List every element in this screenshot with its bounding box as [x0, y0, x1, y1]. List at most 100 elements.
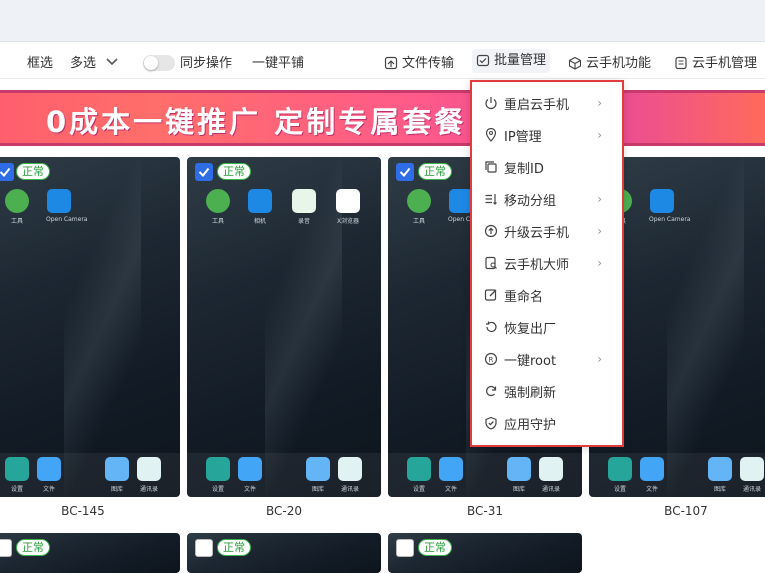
app-recorder[interactable]: 录音 — [291, 189, 317, 225]
recorder-icon — [292, 189, 316, 213]
app-gallery[interactable]: 图库 — [506, 457, 532, 493]
batch-manage-button[interactable]: 批量管理 — [472, 49, 551, 73]
app-tools[interactable]: 工具 — [406, 189, 432, 225]
cloud-phone-func-label: 云手机功能 — [586, 56, 652, 71]
sync-toggle[interactable] — [143, 55, 175, 71]
folder-icon — [238, 457, 262, 481]
camera-icon — [47, 189, 71, 213]
status-badge: 正常 — [16, 163, 50, 180]
device-name: BC-145 — [61, 504, 105, 518]
device-card[interactable]: 正常 — [0, 533, 180, 573]
tile-button[interactable]: 一键平铺 — [252, 52, 304, 71]
chevron-right-icon: › — [597, 256, 602, 270]
card-checkbox[interactable] — [396, 539, 414, 557]
select-frame-button[interactable]: 框选 — [27, 52, 53, 71]
camera-icon — [248, 189, 272, 213]
menu-item-restart[interactable]: 重启云手机 › — [482, 90, 618, 116]
app-contacts[interactable]: 通讯录 — [739, 457, 765, 493]
card-checkbox[interactable] — [0, 163, 14, 181]
menu-item-move-group[interactable]: 移动分组 › — [482, 186, 618, 212]
cube-icon — [568, 56, 582, 70]
multi-select-dropdown[interactable]: 多选 — [70, 52, 122, 71]
chevron-down-icon — [106, 58, 118, 66]
menu-item-master[interactable]: 云手机大师 › — [482, 250, 618, 276]
device-name: BC-31 — [467, 504, 503, 518]
shield-icon — [485, 416, 497, 430]
folder-icon — [640, 457, 664, 481]
gallery-icon — [708, 457, 732, 481]
edit-icon — [484, 289, 497, 301]
svg-text:R: R — [489, 356, 494, 364]
menu-item-ip[interactable]: IP管理 › — [482, 122, 618, 148]
gallery-icon — [105, 457, 129, 481]
menu-item-refresh[interactable]: 强制刷新 — [482, 378, 618, 404]
app-opencamera[interactable]: Open Camera — [649, 189, 690, 223]
app-settings[interactable]: 设置 — [4, 457, 30, 493]
app-gallery[interactable]: 图库 — [707, 457, 733, 493]
settings-icon — [206, 457, 230, 481]
x-browser-icon — [336, 189, 360, 213]
tools-icon — [5, 189, 29, 213]
app-contacts[interactable]: 通讯录 — [538, 457, 564, 493]
promo-banner[interactable]: 0成本一键推广 定制专属套餐 %返佣！ — [0, 90, 765, 146]
device-card[interactable]: 正常 — [388, 533, 582, 573]
batch-manage-label: 批量管理 — [494, 53, 547, 68]
menu-item-root[interactable]: R 一键root › — [482, 346, 618, 372]
card-checkbox[interactable] — [0, 539, 12, 557]
app-gallery[interactable]: 图库 — [104, 457, 130, 493]
device-card[interactable]: 正常 — [187, 533, 381, 573]
chevron-right-icon: › — [597, 224, 602, 238]
menu-item-upgrade[interactable]: 升级云手机 › — [482, 218, 618, 244]
app-x-browser[interactable]: X浏览器 — [335, 189, 361, 225]
status-badge: 正常 — [418, 539, 452, 556]
toggle-knob — [144, 56, 158, 70]
app-files[interactable]: 文件 — [237, 457, 263, 493]
status-badge: 正常 — [16, 539, 50, 556]
power-icon — [485, 97, 497, 110]
card-checkbox[interactable] — [195, 163, 213, 181]
cloud-phone-func-button[interactable]: 云手机功能 — [568, 52, 651, 71]
device-card[interactable]: 正常 工具 Open Camera 设置 文件 图库 通讯录 — [0, 157, 180, 497]
app-contacts[interactable]: 通讯录 — [136, 457, 162, 493]
contacts-icon — [137, 457, 161, 481]
settings-icon — [5, 457, 29, 481]
app-contacts[interactable]: 通讯录 — [337, 457, 363, 493]
card-checkbox[interactable] — [195, 539, 213, 557]
menu-item-app-guard[interactable]: 应用守护 — [482, 410, 618, 436]
tools-icon — [407, 189, 431, 213]
app-files[interactable]: 文件 — [639, 457, 665, 493]
device-card[interactable]: 正常 工具 相机 录音 X浏览器 设置 文件 图库 通讯录 — [187, 157, 381, 497]
chevron-right-icon: › — [597, 128, 602, 142]
menu-item-restore[interactable]: 恢复出厂 — [482, 314, 618, 340]
menu-item-rename[interactable]: 重命名 — [482, 282, 618, 308]
app-camera[interactable]: 相机 — [247, 189, 273, 225]
app-gallery[interactable]: 图库 — [305, 457, 331, 493]
chevron-right-icon: › — [597, 352, 602, 366]
app-files[interactable]: 文件 — [36, 457, 62, 493]
app-settings[interactable]: 设置 — [406, 457, 432, 493]
gallery-icon — [306, 457, 330, 481]
contacts-icon — [539, 457, 563, 481]
card-checkbox[interactable] — [396, 163, 414, 181]
app-settings[interactable]: 设置 — [607, 457, 633, 493]
app-tools[interactable]: 工具 — [205, 189, 231, 225]
contacts-icon — [338, 457, 362, 481]
menu-item-copy-id[interactable]: 复制ID — [482, 154, 618, 180]
file-transfer-icon — [384, 56, 398, 70]
window-top-strip — [0, 0, 765, 42]
settings-icon — [407, 457, 431, 481]
cloud-phone-manage-button[interactable]: 云手机管理 — [674, 52, 757, 71]
app-settings[interactable]: 设置 — [205, 457, 231, 493]
file-transfer-button[interactable]: 文件传输 — [384, 52, 454, 71]
master-icon — [485, 256, 497, 270]
phone-manage-icon — [675, 56, 687, 70]
app-tools[interactable]: 工具 — [4, 189, 30, 225]
check-icon — [198, 167, 210, 178]
app-files[interactable]: 文件 — [438, 457, 464, 493]
app-opencamera[interactable]: Open Camera — [46, 189, 87, 223]
toolbar: 框选 多选 同步操作 一键平铺 文件传输 批量管理 云手机功能 云手机管理 — [0, 43, 765, 79]
chevron-right-icon: › — [597, 96, 602, 110]
device-name: BC-20 — [266, 504, 302, 518]
status-badge: 正常 — [217, 539, 251, 556]
chevron-right-icon: › — [597, 192, 602, 206]
